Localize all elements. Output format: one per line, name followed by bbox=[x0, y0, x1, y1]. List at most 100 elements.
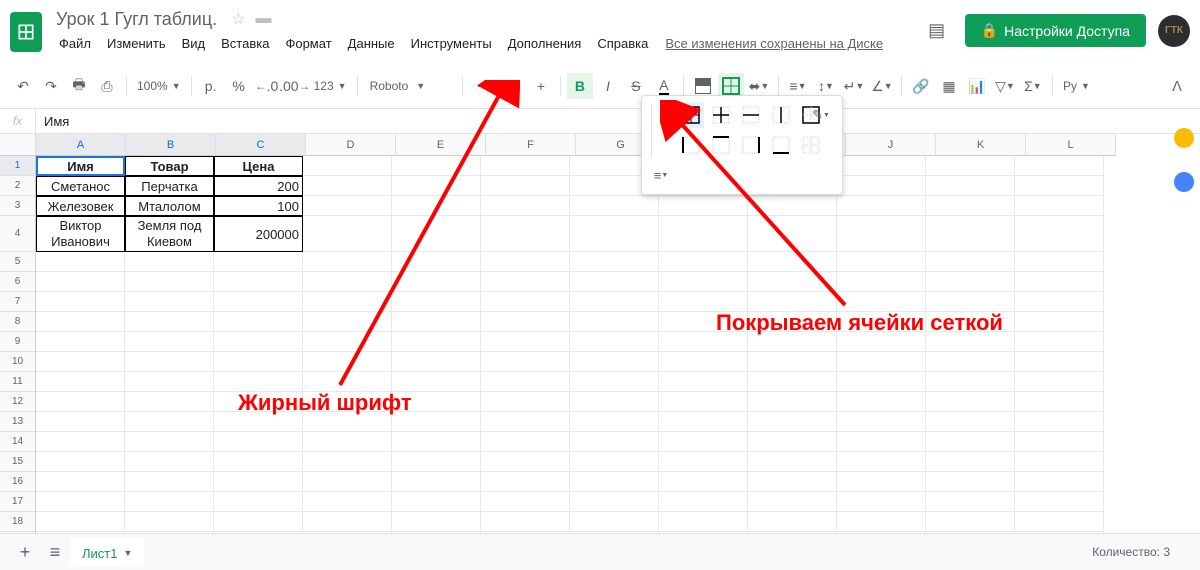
cell[interactable] bbox=[303, 432, 392, 452]
cell[interactable] bbox=[125, 412, 214, 432]
percent-button[interactable]: % bbox=[226, 73, 252, 99]
cell[interactable] bbox=[36, 392, 125, 412]
cell[interactable] bbox=[36, 512, 125, 532]
menu-view[interactable]: Вид bbox=[175, 32, 213, 55]
cell[interactable] bbox=[926, 196, 1015, 216]
cell[interactable]: Сметанос bbox=[36, 176, 125, 196]
cell[interactable] bbox=[926, 492, 1015, 512]
cell[interactable]: Перчатка bbox=[125, 176, 214, 196]
cell[interactable] bbox=[214, 452, 303, 472]
menu-help[interactable]: Справка bbox=[590, 32, 655, 55]
menu-file[interactable]: Файл bbox=[52, 32, 98, 55]
cell[interactable] bbox=[926, 472, 1015, 492]
cell[interactable] bbox=[1015, 272, 1104, 292]
link-button[interactable]: 🔗 bbox=[908, 73, 934, 99]
cell[interactable] bbox=[837, 492, 926, 512]
cell[interactable] bbox=[1015, 452, 1104, 472]
bold-button[interactable]: B bbox=[567, 73, 593, 99]
cell[interactable] bbox=[926, 156, 1015, 176]
cell[interactable] bbox=[926, 176, 1015, 196]
cell[interactable]: Товар bbox=[125, 156, 214, 176]
cell[interactable] bbox=[659, 432, 748, 452]
redo-button[interactable]: ↷ bbox=[38, 73, 64, 99]
cell[interactable] bbox=[1015, 432, 1104, 452]
cell[interactable] bbox=[481, 472, 570, 492]
decrease-decimal-button[interactable]: ←.0 bbox=[254, 73, 280, 99]
cell[interactable] bbox=[36, 292, 125, 312]
cell[interactable] bbox=[125, 472, 214, 492]
cell[interactable] bbox=[125, 452, 214, 472]
star-icon[interactable]: ☆ bbox=[231, 9, 245, 29]
cell[interactable] bbox=[214, 512, 303, 532]
cell[interactable] bbox=[125, 492, 214, 512]
cell[interactable] bbox=[837, 352, 926, 372]
cell[interactable] bbox=[481, 432, 570, 452]
document-title[interactable]: Урок 1 Гугл таблиц. bbox=[52, 7, 221, 32]
save-status[interactable]: Все изменения сохранены на Диске bbox=[657, 32, 891, 55]
cell[interactable] bbox=[481, 452, 570, 472]
colh-A[interactable]: A bbox=[36, 134, 126, 156]
sheets-logo[interactable] bbox=[10, 12, 42, 52]
cell[interactable] bbox=[392, 432, 481, 452]
cell[interactable] bbox=[570, 352, 659, 372]
row-header[interactable]: 1 bbox=[0, 156, 36, 176]
cell[interactable] bbox=[1015, 216, 1104, 252]
cell[interactable] bbox=[125, 332, 214, 352]
cell[interactable] bbox=[303, 452, 392, 472]
cell[interactable] bbox=[926, 452, 1015, 472]
cell[interactable] bbox=[125, 432, 214, 452]
row-header[interactable]: 10 bbox=[0, 352, 36, 372]
cell[interactable] bbox=[1015, 372, 1104, 392]
cell[interactable]: Земля под Киевом bbox=[125, 216, 214, 252]
menu-addons[interactable]: Дополнения bbox=[501, 32, 589, 55]
cell[interactable] bbox=[926, 372, 1015, 392]
menu-insert[interactable]: Вставка bbox=[214, 32, 276, 55]
cell[interactable] bbox=[659, 392, 748, 412]
cell[interactable] bbox=[837, 452, 926, 472]
paint-format-button[interactable]: ⎙ bbox=[94, 73, 120, 99]
cell[interactable] bbox=[926, 352, 1015, 372]
cell[interactable] bbox=[659, 512, 748, 532]
cell[interactable] bbox=[570, 432, 659, 452]
row-header[interactable]: 13 bbox=[0, 412, 36, 432]
cell[interactable] bbox=[36, 492, 125, 512]
cell[interactable] bbox=[926, 252, 1015, 272]
select-all-corner[interactable] bbox=[0, 134, 36, 156]
cell[interactable] bbox=[125, 272, 214, 292]
cell[interactable] bbox=[748, 352, 837, 372]
cell[interactable] bbox=[392, 512, 481, 532]
cell[interactable] bbox=[36, 472, 125, 492]
cell[interactable] bbox=[125, 512, 214, 532]
cell[interactable] bbox=[214, 432, 303, 452]
cell[interactable] bbox=[36, 452, 125, 472]
cell[interactable] bbox=[659, 492, 748, 512]
cell[interactable] bbox=[837, 412, 926, 432]
row-header[interactable]: 15 bbox=[0, 452, 36, 472]
comments-button[interactable]: ▤ bbox=[921, 15, 953, 47]
colh-L[interactable]: L bbox=[1026, 134, 1116, 156]
cell[interactable]: Имя bbox=[36, 156, 125, 176]
cell[interactable] bbox=[748, 412, 837, 432]
cell[interactable] bbox=[36, 272, 125, 292]
cell[interactable] bbox=[1015, 312, 1104, 332]
cell[interactable] bbox=[926, 512, 1015, 532]
menu-data[interactable]: Данные bbox=[341, 32, 402, 55]
cell[interactable] bbox=[125, 372, 214, 392]
formula-input[interactable]: Имя bbox=[36, 109, 1200, 133]
cell[interactable]: Железовек bbox=[36, 196, 125, 216]
cell[interactable] bbox=[36, 312, 125, 332]
cell[interactable] bbox=[481, 412, 570, 432]
cell[interactable] bbox=[748, 372, 837, 392]
cell[interactable] bbox=[125, 392, 214, 412]
cell[interactable] bbox=[1015, 512, 1104, 532]
print-button[interactable]: 🖶 bbox=[66, 73, 92, 99]
cell[interactable] bbox=[748, 392, 837, 412]
keep-icon[interactable] bbox=[1174, 128, 1194, 148]
filter-button[interactable]: ▽▼ bbox=[992, 73, 1018, 99]
cell[interactable] bbox=[570, 452, 659, 472]
cell[interactable] bbox=[570, 272, 659, 292]
cell[interactable] bbox=[926, 292, 1015, 312]
cell[interactable] bbox=[303, 492, 392, 512]
cell[interactable] bbox=[570, 252, 659, 272]
font-size-inc[interactable]: + bbox=[528, 73, 554, 99]
